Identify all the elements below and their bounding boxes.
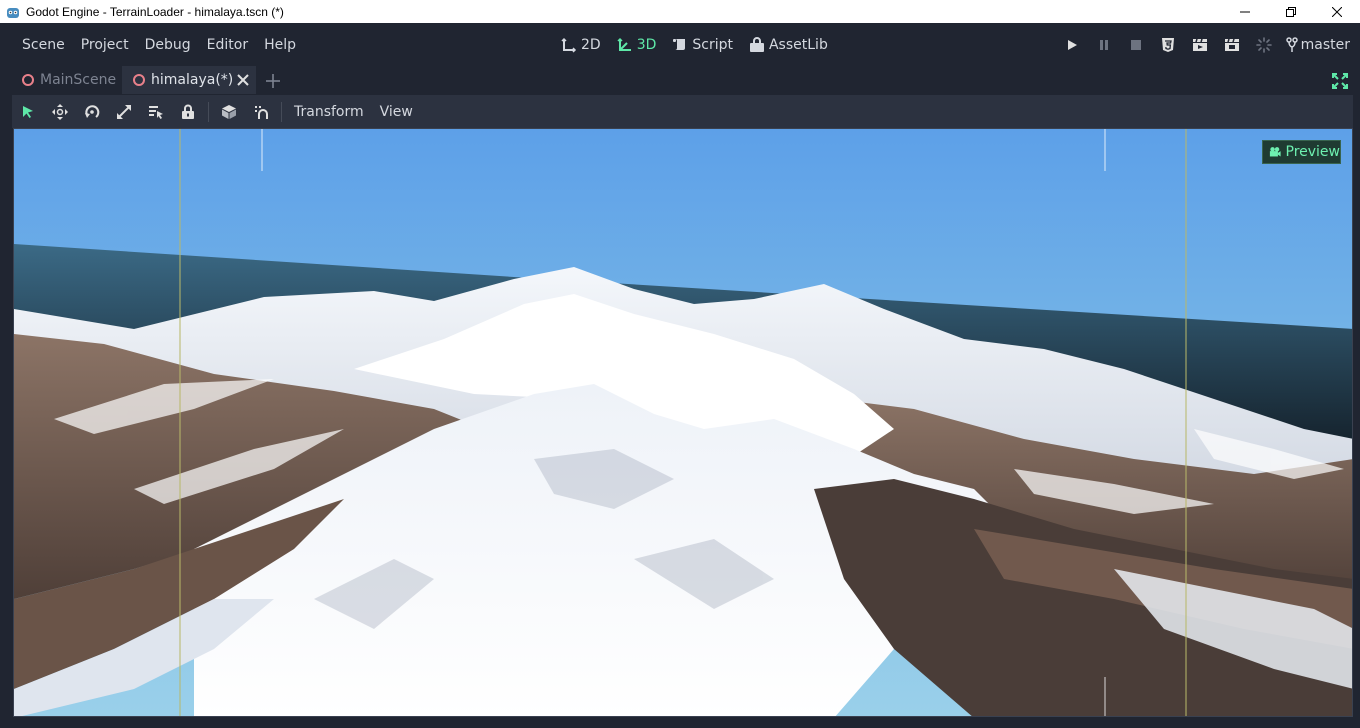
- restore-icon: [1286, 6, 1296, 17]
- toolbar-separator: [281, 101, 282, 122]
- minimize-button[interactable]: [1222, 0, 1268, 23]
- vcs-branch[interactable]: master: [1285, 36, 1350, 53]
- workspace-script-label: Script: [692, 36, 733, 53]
- toolbar-separator: [208, 101, 209, 122]
- play-scene-icon: [1192, 38, 1207, 51]
- stop-button[interactable]: [1120, 23, 1152, 66]
- list-select-icon: [149, 105, 163, 119]
- menu-project[interactable]: Project: [73, 23, 137, 66]
- tab-mainscene-label: MainScene: [40, 72, 117, 88]
- assetlib-icon: [749, 36, 764, 52]
- html5-export-button[interactable]: [1152, 23, 1184, 66]
- script-icon: [673, 38, 686, 50]
- workspace-3d-label: 3D: [636, 36, 657, 53]
- play-custom-scene-button[interactable]: [1216, 23, 1248, 66]
- menu-help[interactable]: Help: [256, 23, 304, 66]
- snap-icon: [255, 105, 268, 119]
- scene-node-icon: [22, 74, 34, 86]
- play-scene-button[interactable]: [1184, 23, 1216, 66]
- workspace-2d-button[interactable]: 2D: [553, 23, 609, 66]
- workspace-3d-button[interactable]: 3D: [609, 23, 665, 66]
- tab-himalaya-label: himalaya(*): [151, 72, 234, 88]
- camera-icon: [1269, 147, 1281, 157]
- restore-button[interactable]: [1268, 0, 1314, 23]
- spinner-icon: [1255, 36, 1272, 53]
- branch-icon: [1285, 36, 1298, 52]
- pause-icon: [1099, 39, 1108, 50]
- snap-button[interactable]: [245, 95, 277, 128]
- workspace-assetlib-label: AssetLib: [768, 36, 828, 53]
- 2d-icon: [561, 37, 577, 53]
- close-window-button[interactable]: [1314, 0, 1360, 23]
- pause-button[interactable]: [1088, 23, 1120, 66]
- play-custom-scene-icon: [1224, 38, 1239, 51]
- window-titlebar: Godot Engine - TerrainLoader - himalaya.…: [0, 0, 1360, 23]
- move-tool-button[interactable]: [44, 95, 76, 128]
- scene-node-icon: [133, 74, 145, 86]
- rotate-tool-button[interactable]: [76, 95, 108, 128]
- scale-icon: [117, 104, 131, 119]
- distraction-free-icon[interactable]: [1332, 73, 1348, 89]
- rotate-icon: [85, 104, 100, 118]
- local-space-icon: [222, 104, 236, 119]
- workspace-2d-label: 2D: [581, 36, 601, 53]
- stop-icon: [1130, 39, 1141, 50]
- spatial-editor-toolbar: Transform View: [12, 95, 1353, 128]
- move-icon: [52, 103, 68, 120]
- select-tool-button[interactable]: [12, 95, 44, 128]
- lock-icon: [182, 104, 194, 119]
- 3d-viewport[interactable]: Preview: [13, 128, 1353, 717]
- select-icon: [23, 105, 33, 118]
- tab-mainscene[interactable]: MainScene: [14, 66, 122, 94]
- update-spinner: [1248, 23, 1280, 66]
- scale-tool-button[interactable]: [108, 95, 140, 128]
- 3d-icon: [617, 37, 631, 51]
- local-space-button[interactable]: [213, 95, 245, 128]
- tab-himalaya[interactable]: himalaya(*): [122, 66, 256, 94]
- menu-editor[interactable]: Editor: [199, 23, 256, 66]
- close-icon: [1332, 6, 1342, 17]
- transform-menu[interactable]: Transform: [286, 95, 372, 128]
- main-menu: Scene Project Debug Editor Help: [14, 23, 304, 66]
- editor-menubar: Scene Project Debug Editor Help 2D 3D Sc…: [0, 23, 1360, 66]
- godot-logo-icon: [7, 7, 19, 18]
- play-icon: [1067, 39, 1077, 50]
- terrain-scene-render[interactable]: [14, 129, 1353, 717]
- list-select-button[interactable]: [140, 95, 172, 128]
- workspace-assetlib-button[interactable]: AssetLib: [741, 23, 836, 66]
- run-controls: master: [1056, 23, 1350, 66]
- workspace-switcher: 2D 3D Script AssetLib: [553, 23, 836, 66]
- camera-preview-toggle[interactable]: Preview: [1262, 140, 1341, 164]
- menu-debug[interactable]: Debug: [137, 23, 199, 66]
- view-menu[interactable]: View: [372, 95, 421, 128]
- minimize-icon: [1240, 11, 1250, 12]
- menu-scene[interactable]: Scene: [14, 23, 73, 66]
- editor-bottom-strip: [0, 717, 1360, 728]
- workspace-script-button[interactable]: Script: [664, 23, 741, 66]
- html5-icon: [1161, 37, 1174, 52]
- add-tab-icon[interactable]: [264, 72, 282, 90]
- window-title: Godot Engine - TerrainLoader - himalaya.…: [26, 4, 284, 19]
- play-button[interactable]: [1056, 23, 1088, 66]
- vcs-branch-label: master: [1300, 36, 1350, 53]
- scene-tabs: MainScene himalaya(*): [0, 66, 1360, 94]
- close-tab-icon[interactable]: [235, 72, 251, 88]
- lock-button[interactable]: [172, 95, 204, 128]
- preview-label: Preview: [1285, 144, 1341, 160]
- window-controls: [1222, 0, 1360, 23]
